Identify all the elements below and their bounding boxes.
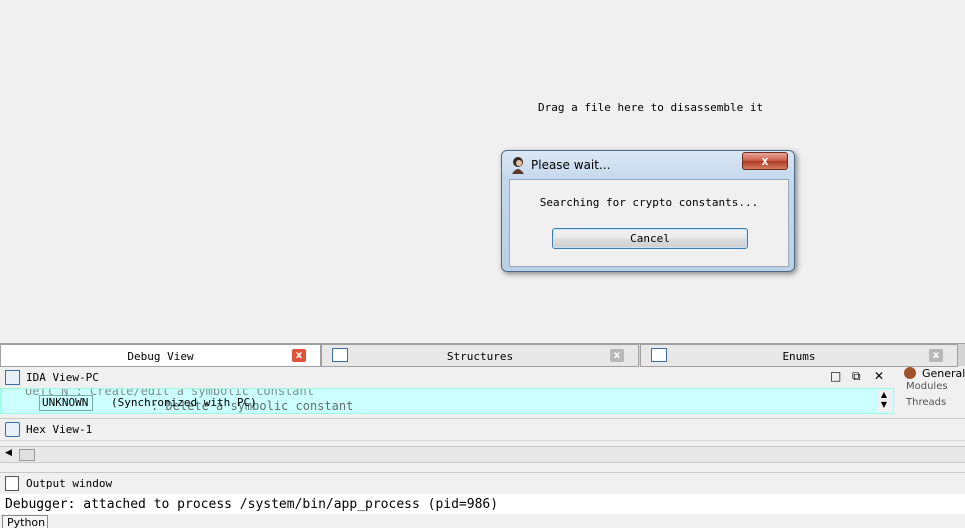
scrollbar-thumb[interactable] (19, 449, 35, 461)
threads-item[interactable]: Threads (906, 397, 946, 408)
output-line: Debugger: attached to process /system/bi… (5, 497, 499, 512)
dialog-close-button[interactable]: x (742, 152, 788, 170)
close-icon: x (761, 154, 769, 168)
ida-view-title: IDA View-PC (26, 371, 99, 384)
ida-view-icon (5, 370, 20, 385)
ida-view-body[interactable]: Uefl N : Create/edit a symbolic constant… (0, 388, 894, 414)
tab-debug-view[interactable]: Debug View x (0, 344, 321, 367)
modules-item[interactable]: Modules (906, 381, 948, 392)
close-icon[interactable]: ✕ (874, 369, 884, 383)
please-wait-dialog: Please wait... x Searching for crypto co… (501, 150, 795, 272)
sync-status: (Synchronized with PC) (111, 396, 257, 409)
tab-close-icon[interactable]: x (929, 349, 943, 362)
tab-label: Structures (446, 350, 514, 363)
output-window-icon (5, 476, 19, 491)
hex-view-icon (5, 422, 20, 437)
tab-structures[interactable]: Structures x (321, 344, 639, 367)
general-title: General (922, 367, 965, 380)
tab-label: Enums (782, 350, 816, 363)
restore-icon[interactable]: ⧉ (852, 369, 861, 384)
bug-icon (904, 367, 916, 379)
tab-bar: Debug View x Structures x Enums x (0, 343, 965, 367)
horizontal-scrollbar[interactable]: ◀ (0, 446, 965, 463)
tab-enums[interactable]: Enums x (640, 344, 958, 367)
dialog-title: Please wait... (531, 158, 611, 172)
general-panel: General Modules Threads (896, 367, 965, 415)
tab-close-icon[interactable]: x (292, 349, 306, 362)
output-window-title: Output window (26, 477, 113, 490)
tab-label: Debug View (127, 350, 194, 363)
drop-hint: Drag a file here to disassemble it (538, 101, 764, 114)
python-button[interactable]: Python (2, 515, 48, 528)
tab-close-icon[interactable]: x (610, 349, 624, 362)
dialog-message: Searching for crypto constants... (539, 196, 759, 209)
hex-view-header: Hex View-1 (0, 418, 965, 438)
ida-view-header: IDA View-PC □ ⧉ ✕ (0, 367, 896, 388)
output-window-header: Output window (0, 472, 965, 493)
ida-app-icon (512, 157, 524, 174)
output-window-body[interactable]: Debugger: attached to process /system/bi… (0, 494, 965, 514)
scroll-left-icon[interactable]: ◀ (5, 448, 12, 458)
hex-view-title: Hex View-1 (26, 423, 93, 436)
maximize-icon[interactable]: □ (830, 369, 841, 383)
cancel-button[interactable]: Cancel (552, 228, 748, 249)
segment-selector[interactable]: UNKNOWN (39, 395, 93, 411)
vertical-scrollbar[interactable]: ▲ ▼ (877, 390, 891, 412)
dialog-client: Searching for crypto constants... Cancel (509, 179, 789, 267)
